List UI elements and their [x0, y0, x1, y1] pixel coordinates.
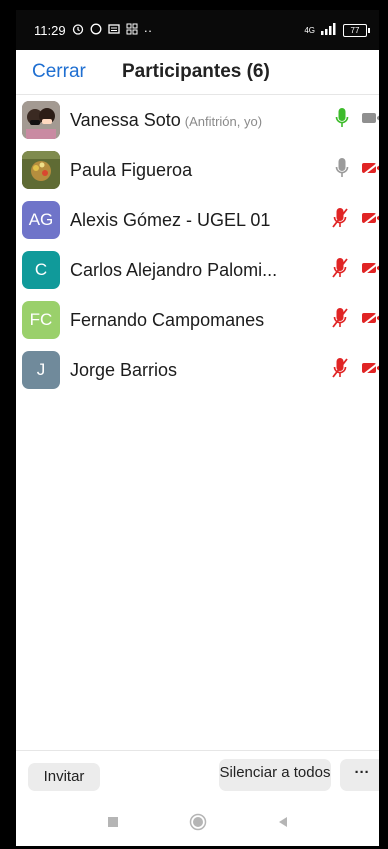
- battery-icon: 77: [343, 23, 370, 37]
- network-label: 4G: [304, 25, 315, 35]
- alarm-icon: [72, 23, 84, 38]
- avatar-initials: FC: [22, 301, 60, 339]
- microphone-muted-icon[interactable]: [331, 207, 349, 234]
- avatar-photo: [22, 151, 60, 189]
- participant-controls: [331, 257, 379, 284]
- video-off-icon[interactable]: [361, 210, 379, 231]
- participant-row[interactable]: AG Alexis Gómez - UGEL 01: [16, 195, 379, 245]
- microphone-muted-icon[interactable]: [331, 257, 349, 284]
- mute-all-button[interactable]: Silenciar a todos: [219, 759, 331, 791]
- more-notifications-icon: ··: [143, 22, 153, 38]
- video-off-icon[interactable]: [361, 310, 379, 331]
- participant-controls: [335, 107, 379, 134]
- microphone-icon[interactable]: [335, 157, 349, 184]
- recent-apps-icon[interactable]: [107, 815, 119, 833]
- participant-list: Vanessa Soto (Anfitrión, yo) Paula Figuer…: [16, 95, 379, 395]
- participants-header: Cerrar Participantes (6): [16, 50, 379, 95]
- status-left: 11:29 ··: [34, 23, 152, 38]
- participant-row[interactable]: FC Fernando Campomanes: [16, 295, 379, 345]
- participant-name: Fernando Campomanes: [70, 309, 265, 330]
- video-off-icon[interactable]: [361, 260, 379, 281]
- avatar-initials: J: [22, 351, 60, 389]
- status-time: 11:29: [34, 22, 66, 38]
- participant-controls: [335, 157, 379, 184]
- grid-icon: [126, 23, 138, 38]
- microphone-muted-icon[interactable]: [331, 357, 349, 384]
- participant-name: Vanessa Soto (Anfitrión, yo): [70, 110, 262, 131]
- participant-name: Carlos Alejandro Palomi...: [70, 259, 278, 280]
- home-icon[interactable]: [189, 813, 207, 836]
- participant-row[interactable]: Vanessa Soto (Anfitrión, yo): [16, 95, 379, 145]
- signal-icon: [321, 22, 337, 38]
- status-right: 4G 77: [304, 22, 370, 38]
- participant-name: Alexis Gómez - UGEL 01: [70, 209, 271, 230]
- participant-row[interactable]: Paula Figueroa: [16, 145, 379, 195]
- microphone-muted-icon[interactable]: [331, 307, 349, 334]
- close-button[interactable]: Cerrar: [32, 61, 86, 83]
- bottom-action-bar: Invitar Silenciar a todos ···: [16, 750, 379, 803]
- avatar-initials: AG: [22, 201, 60, 239]
- system-navigation-bar: [16, 802, 379, 846]
- participant-controls: [331, 357, 379, 384]
- video-off-icon[interactable]: [361, 360, 379, 381]
- video-camera-icon[interactable]: [361, 110, 379, 131]
- invite-button[interactable]: Invitar: [28, 763, 100, 791]
- avatar-initials: C: [22, 251, 60, 289]
- back-icon[interactable]: [277, 815, 289, 833]
- participant-controls: [331, 207, 379, 234]
- participant-name: Paula Figueroa: [70, 159, 193, 180]
- participant-row[interactable]: C Carlos Alejandro Palomi...: [16, 245, 379, 295]
- avatar-photo: [22, 101, 60, 139]
- microphone-active-icon[interactable]: [335, 107, 349, 134]
- participant-controls: [331, 307, 379, 334]
- participant-row[interactable]: J Jorge Barrios: [16, 345, 379, 395]
- participant-name: Jorge Barrios: [70, 359, 178, 380]
- participant-name-text: Vanessa Soto: [70, 109, 181, 130]
- status-bar: 11:29 ·· 4G 77: [16, 10, 379, 50]
- participant-role: (Anfitrión, yo): [184, 113, 263, 129]
- message-icon: [107, 23, 120, 38]
- phone-screen: 11:29 ·· 4G 77 Cerrar Participantes (6) …: [16, 10, 379, 846]
- video-off-icon[interactable]: [361, 160, 379, 181]
- more-options-button[interactable]: ···: [340, 759, 379, 791]
- page-title: Participantes (6): [122, 61, 270, 82]
- whatsapp-icon: [90, 23, 102, 38]
